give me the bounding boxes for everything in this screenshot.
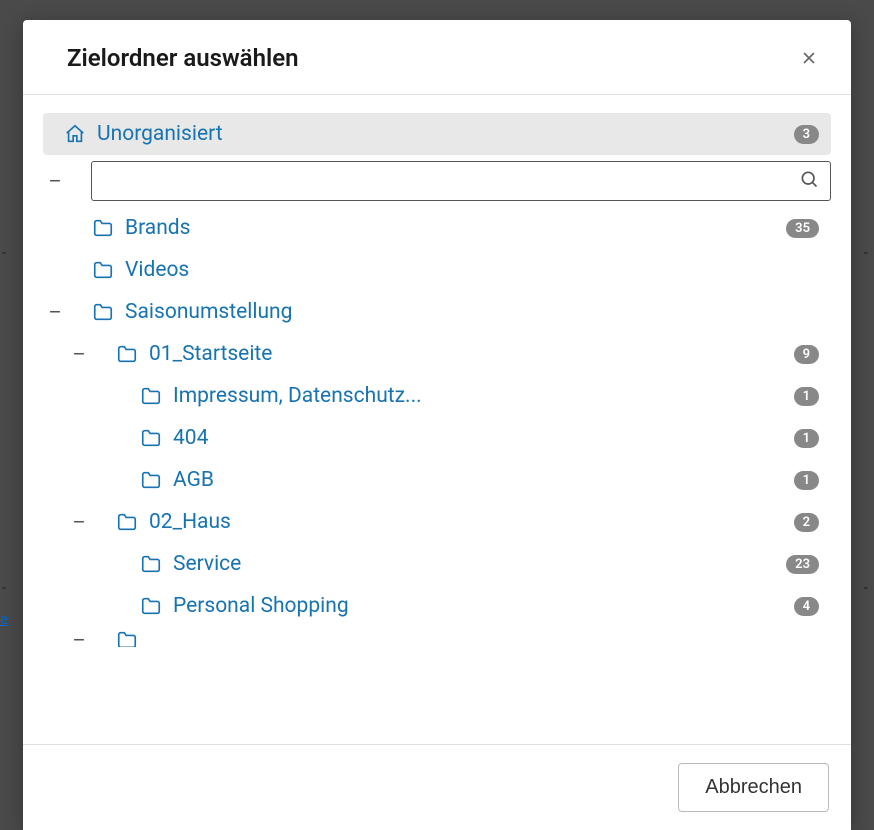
modal-header: Zielordner auswählen: [23, 20, 851, 95]
tree-item-label: Videos: [125, 258, 819, 282]
tree-item[interactable]: AGB 1: [43, 459, 831, 501]
count-badge: 2: [794, 513, 819, 532]
collapse-toggle[interactable]: –: [67, 512, 91, 532]
collapse-toggle[interactable]: –: [67, 630, 91, 647]
folder-icon: [91, 217, 115, 239]
count-badge: 1: [794, 429, 819, 448]
tree-item[interactable]: Personal Shopping 4: [43, 585, 831, 627]
modal-title: Zielordner auswählen: [67, 44, 299, 72]
tree-item-label: 02_Haus: [149, 510, 786, 534]
tree-item[interactable]: Impressum, Datenschutz... 1: [43, 375, 831, 417]
tree-item[interactable]: 404 1: [43, 417, 831, 459]
count-badge: 4: [794, 597, 819, 616]
select-folder-modal: Zielordner auswählen Unorganisiert 3 – B…: [23, 20, 851, 830]
count-badge: 1: [794, 471, 819, 490]
tree-search-row: –: [43, 161, 831, 201]
folder-icon: [115, 511, 139, 533]
folder-icon: [91, 259, 115, 281]
count-badge: 23: [786, 555, 819, 574]
modal-footer: Abbrechen: [23, 744, 851, 830]
tree-item-label: Personal Shopping: [173, 594, 786, 618]
collapse-toggle[interactable]: –: [43, 171, 67, 191]
folder-icon: [139, 427, 163, 449]
tree-item-label: Service: [173, 552, 778, 576]
home-icon: [63, 123, 87, 145]
tree-item[interactable]: – 02_Haus 2: [43, 501, 831, 543]
tree-item-label: Brands: [125, 216, 778, 240]
close-button[interactable]: [795, 44, 823, 72]
modal-body: Unorganisiert 3 – Brands 35 Videos – Saisonu…: [23, 95, 851, 744]
folder-icon: [139, 385, 163, 407]
tree-item[interactable]: Videos: [43, 249, 831, 291]
tree-item[interactable]: – Saisonumstellung: [43, 291, 831, 333]
tree-item-partial[interactable]: –: [43, 627, 831, 647]
folder-search-input[interactable]: [91, 161, 831, 201]
tree-item[interactable]: – 01_Startseite 9: [43, 333, 831, 375]
count-badge: 9: [794, 345, 819, 364]
folder-icon: [139, 469, 163, 491]
count-badge: 3: [794, 125, 819, 144]
folder-icon: [91, 301, 115, 323]
folder-icon: [115, 629, 139, 647]
tree-item-label: 404: [173, 426, 786, 450]
tree-item[interactable]: Brands 35: [43, 207, 831, 249]
count-badge: 35: [786, 219, 819, 238]
close-icon: [799, 48, 819, 68]
folder-icon: [139, 595, 163, 617]
collapse-toggle[interactable]: –: [67, 344, 91, 364]
cancel-button[interactable]: Abbrechen: [678, 763, 829, 812]
tree-item-unorganisiert[interactable]: Unorganisiert 3: [43, 113, 831, 155]
collapse-toggle[interactable]: –: [43, 302, 67, 322]
tree-item-label: Saisonumstellung: [125, 300, 819, 324]
tree-item-label: Unorganisiert: [97, 122, 786, 146]
tree-item-label: Impressum, Datenschutz...: [173, 384, 786, 408]
tree-item-label: AGB: [173, 468, 786, 492]
folder-icon: [139, 553, 163, 575]
tree-item[interactable]: Service 23: [43, 543, 831, 585]
tree-item-label: 01_Startseite: [149, 342, 786, 366]
folder-icon: [115, 343, 139, 365]
count-badge: 1: [794, 387, 819, 406]
